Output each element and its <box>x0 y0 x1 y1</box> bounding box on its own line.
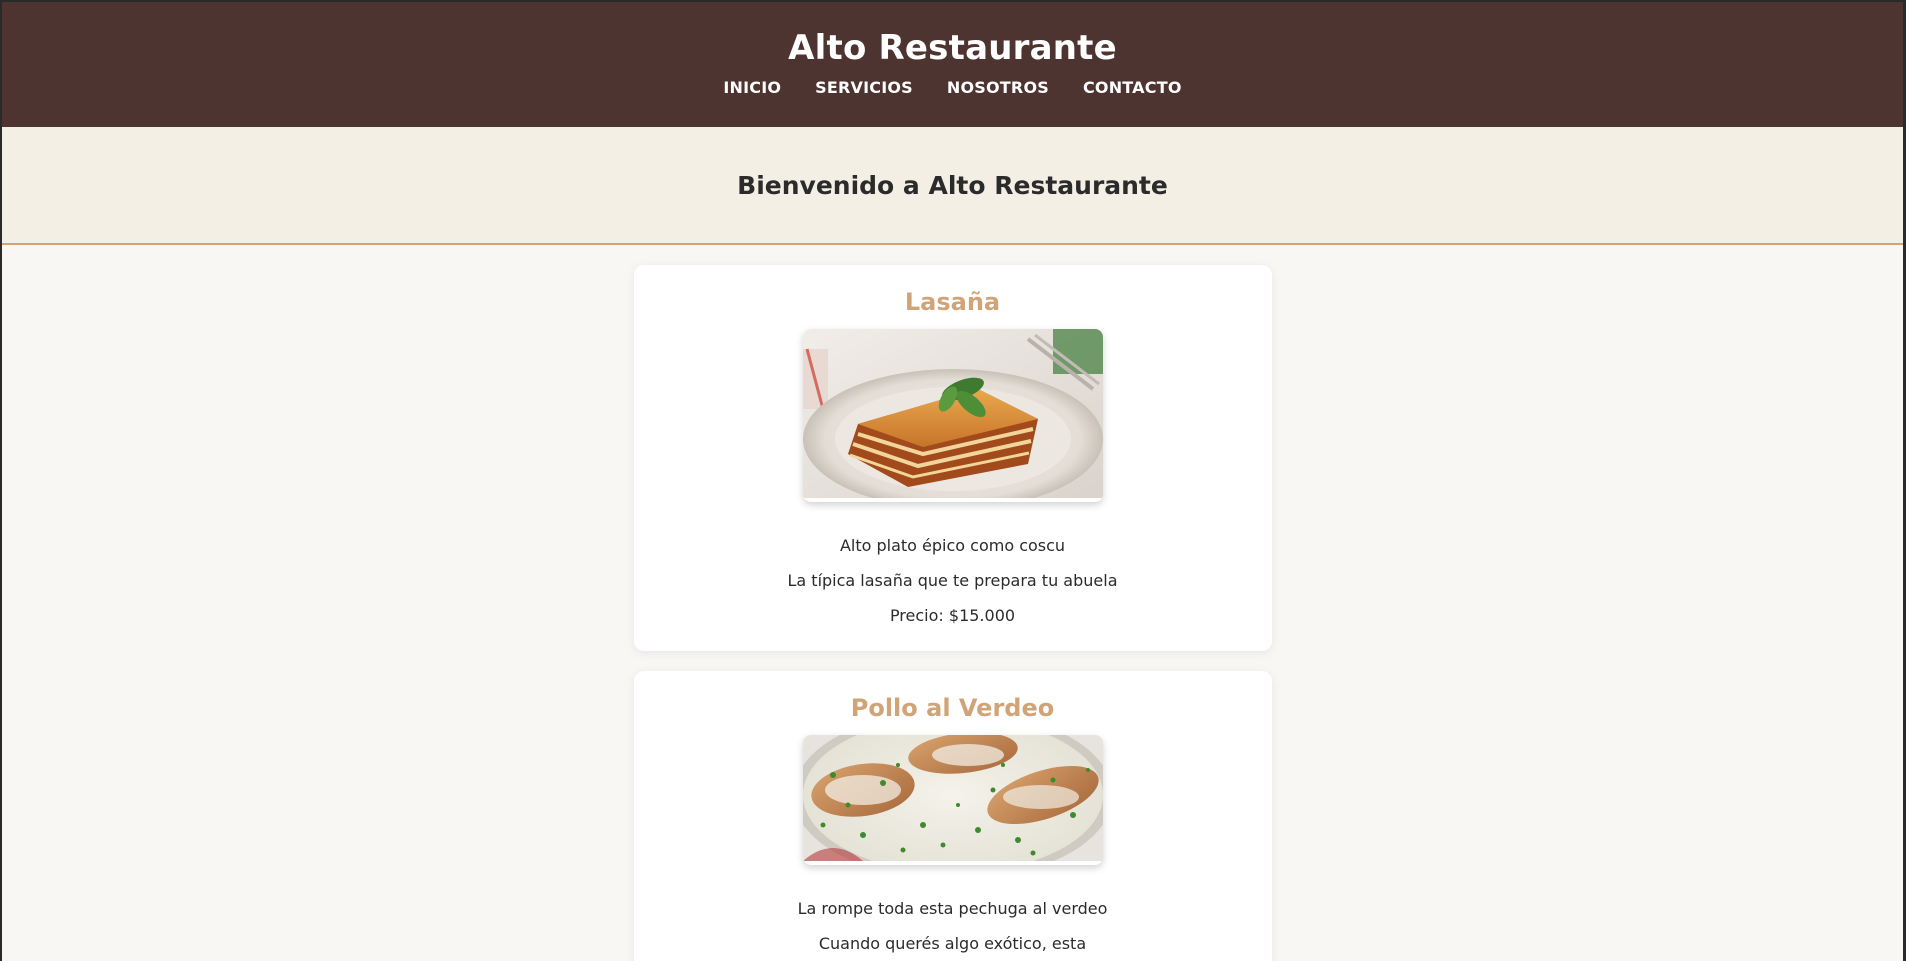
dish-title: Pollo al Verdeo <box>850 694 1055 722</box>
site-header: Alto Restaurante INICIO SERVICIOS NOSOTR… <box>2 2 1903 127</box>
dish-description: La rompe toda esta pechuga al verdeo Cua… <box>634 891 1272 961</box>
dish-line: La típica lasaña que te prepara tu abuel… <box>787 571 1118 590</box>
nav-contacto[interactable]: CONTACTO <box>1083 78 1182 97</box>
nav-servicios[interactable]: SERVICIOS <box>815 78 913 97</box>
dish-card-lasagna: Lasaña Alto plato épico como coscu La tí… <box>633 265 1272 651</box>
lasagna-photo <box>802 329 1103 502</box>
dish-line: Alto plato épico como coscu <box>839 536 1066 555</box>
nav-inicio[interactable]: INICIO <box>723 78 781 97</box>
site-title: Alto Restaurante <box>788 28 1117 68</box>
dish-line: Cuando querés algo exótico, esta <box>818 934 1087 953</box>
browser-viewport: Alto Restaurante INICIO SERVICIOS NOSOTR… <box>0 0 1906 961</box>
nav-nosotros[interactable]: NOSOTROS <box>947 78 1049 97</box>
dish-title: Lasaña <box>904 288 1001 316</box>
welcome-heading: Bienvenido a Alto Restaurante <box>737 170 1168 200</box>
dish-description: Alto plato épico como coscu La típica la… <box>634 528 1272 633</box>
main-nav: INICIO SERVICIOS NOSOTROS CONTACTO <box>2 78 1903 97</box>
dish-price: Precio: $15.000 <box>889 606 1016 625</box>
welcome-hero: Bienvenido a Alto Restaurante <box>2 127 1903 245</box>
dish-card-pollo-al-verdeo: Pollo al Verdeo La rompe toda esta pechu… <box>633 671 1272 961</box>
chicken-verdeo-photo <box>802 735 1103 865</box>
menu-list: Lasaña Alto plato épico como coscu La tí… <box>2 245 1903 961</box>
dish-line: La rompe toda esta pechuga al verdeo <box>797 899 1108 918</box>
